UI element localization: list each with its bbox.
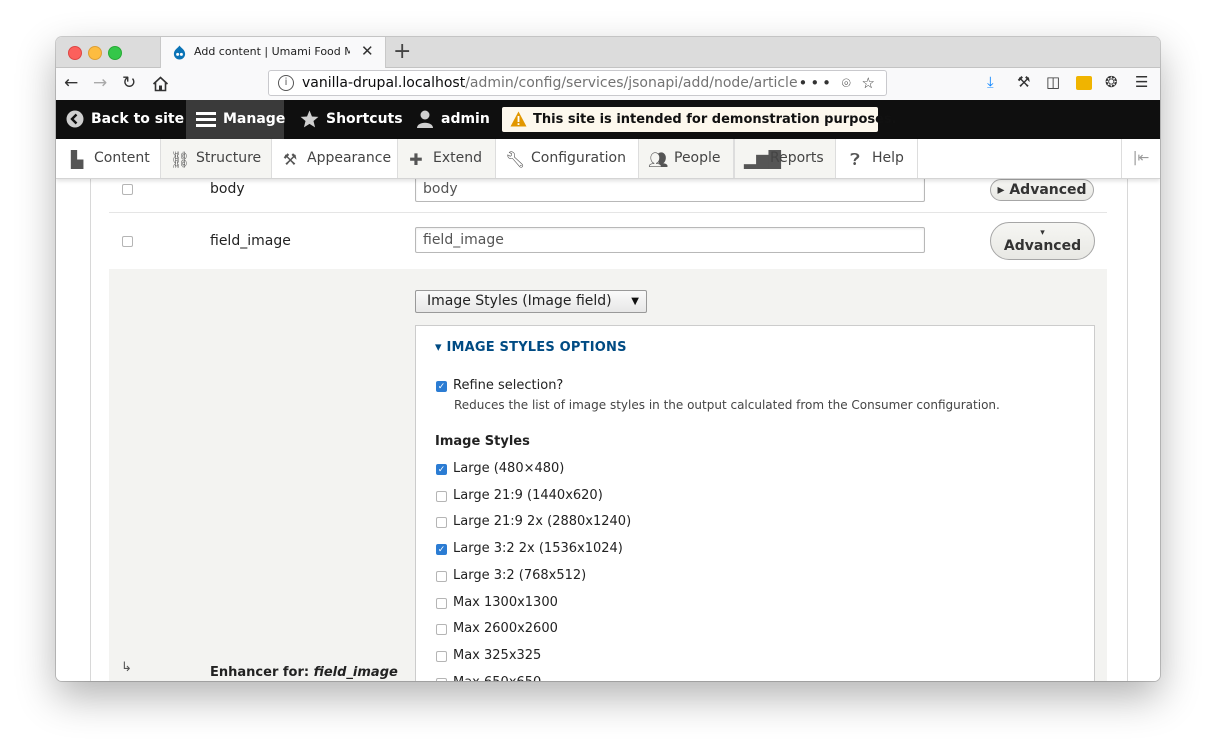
page-content: body body ▸ Advanced field_image field_i… [56, 178, 1160, 681]
image-style-checkbox[interactable] [436, 517, 447, 529]
enhancer-select[interactable]: Image Styles (Image field) ▼ [415, 290, 647, 313]
advanced-button-expanded[interactable]: ▾ Advanced [990, 222, 1095, 260]
tray-item-configuration[interactable]: 🔧︎ Configuration [496, 139, 638, 178]
image-style-label[interactable]: Max 325x325 [453, 648, 541, 663]
people-icon: 👥︎ [648, 150, 669, 169]
table-row: field_image field_image ▾ Advanced [109, 212, 1107, 270]
drupal-favicon-icon [173, 45, 186, 60]
image-style-label[interactable]: Max 1300x1300 [453, 595, 558, 610]
advanced-button[interactable]: ▸ Advanced [990, 179, 1094, 201]
wrench-tools-icon[interactable]: ⚒ [1017, 73, 1030, 91]
star-icon [300, 110, 319, 128]
tab-strip: Add content | Umami Food Mag ✕ + [56, 37, 1160, 68]
tray-item-help[interactable]: ❓︎ Help [836, 139, 918, 178]
image-style-checkbox[interactable] [436, 490, 447, 502]
download-icon[interactable]: ⤓ [987, 73, 994, 91]
menu-icon[interactable]: ☰ [1135, 73, 1148, 91]
image-style-checkbox[interactable] [436, 570, 447, 582]
image-styles-options-details: ▾ IMAGE STYLES OPTIONS ✓ Refine selectio… [415, 325, 1095, 681]
field-alias-input[interactable]: body [415, 178, 925, 202]
nested-arrow-icon: ↳ [121, 660, 132, 675]
wrench-icon: 🔧︎ [505, 150, 526, 169]
field-disable-checkbox[interactable] [122, 184, 133, 195]
tray-item-reports[interactable]: ▂▆█Reports [734, 139, 836, 178]
back-circle-icon [66, 110, 84, 128]
browser-tab[interactable]: Add content | Umami Food Mag ✕ [160, 37, 386, 68]
image-styles-heading: Image Styles [435, 434, 530, 449]
admin-toolbar: Back to site Manage Shortcuts admin This… [56, 100, 1160, 139]
image-style-checkbox[interactable]: ✓ [436, 464, 447, 475]
field-name: body [210, 181, 245, 197]
tray-item-people[interactable]: 👥︎ People [638, 139, 734, 178]
document-icon: ▙ [70, 150, 84, 169]
shortcuts-tab[interactable]: Shortcuts [300, 100, 403, 139]
navigation-bar: ← → ↻ i vanilla-drupal.localhost/admin/c… [56, 68, 1160, 101]
field-alias-input[interactable]: field_image [415, 227, 925, 253]
tray-item-content[interactable]: ▙ Content [56, 139, 160, 178]
url-text: vanilla-drupal.localhost/admin/config/se… [302, 75, 798, 91]
image-style-checkbox[interactable] [436, 624, 447, 636]
refine-selection-description: Reduces the list of image styles in the … [454, 398, 1000, 412]
user-tab[interactable]: admin [416, 100, 490, 139]
table-row: body body ▸ Advanced [109, 178, 1107, 213]
browser-window: Add content | Umami Food Mag ✕ + ← → ↻ i… [56, 37, 1160, 681]
sitemap-icon: ⛓ [170, 150, 191, 169]
puzzle-icon: ✚ [409, 150, 423, 169]
paintbrush-icon: ⚒ [282, 150, 298, 169]
image-styles-options-summary[interactable]: ▾ IMAGE STYLES OPTIONS [435, 340, 627, 355]
zoom-window-button[interactable] [108, 46, 122, 60]
image-style-label[interactable]: Large (480×480) [453, 461, 564, 476]
image-style-checkbox[interactable] [436, 597, 447, 609]
field-name: field_image [210, 233, 291, 249]
enhancer-section: Image Styles (Image field) ▼ ▾ IMAGE STY… [109, 269, 1107, 681]
image-style-checkbox[interactable] [436, 650, 447, 662]
tray-item-extend[interactable]: ✚ Extend [397, 139, 496, 178]
image-style-label[interactable]: Large 21:9 (1440x620) [453, 488, 603, 503]
tray-item-structure[interactable]: ⛓ Structure [160, 139, 272, 178]
sidebar-icon[interactable]: ◫ [1046, 73, 1060, 91]
demo-notice: This site is intended for demonstration … [502, 107, 897, 132]
hamburger-icon [196, 112, 216, 127]
image-style-label[interactable]: Max 2600x2600 [453, 621, 558, 636]
image-style-label[interactable]: Large 3:2 2x (1536x1024) [453, 541, 623, 556]
new-tab-button[interactable]: + [393, 38, 411, 66]
manage-tray: ▙ Content ⛓ Structure ⚒ Appearance ✚ Extend … [56, 139, 1160, 179]
image-style-checkbox[interactable] [436, 677, 447, 681]
page-actions-icon[interactable]: ••• ⌾ ☆ [798, 74, 878, 92]
user-icon [417, 110, 433, 128]
minimize-window-button[interactable] [88, 46, 102, 60]
enhancer-label: Enhancer for: field_image [210, 665, 398, 680]
image-style-label[interactable]: Large 21:9 2x (2880x1240) [453, 514, 631, 529]
refine-selection-checkbox[interactable]: ✓ [436, 381, 447, 392]
forward-arrow-icon[interactable]: → [93, 72, 107, 94]
question-icon: ❓︎ [850, 150, 860, 169]
dropdown-caret-icon: ▼ [631, 296, 639, 307]
url-bar[interactable]: i vanilla-drupal.localhost/admin/config/… [268, 70, 887, 96]
chevron-down-icon: ▾ [1040, 228, 1045, 238]
tab-title: Add content | Umami Food Mag [194, 45, 350, 58]
refine-selection-label[interactable]: Refine selection? [453, 378, 563, 393]
extension-icon[interactable] [1076, 76, 1092, 90]
warning-icon [510, 111, 527, 127]
back-arrow-icon[interactable]: ← [64, 72, 78, 94]
image-style-label[interactable]: Max 650x650 [453, 675, 541, 681]
manage-tab[interactable]: Manage [186, 100, 285, 139]
field-disable-checkbox[interactable] [122, 236, 133, 247]
tray-orientation-toggle-icon[interactable]: |⇤ [1121, 139, 1160, 178]
tab-close-icon[interactable]: ✕ [361, 42, 374, 60]
back-to-site-link[interactable]: Back to site [56, 100, 184, 139]
tray-item-appearance[interactable]: ⚒ Appearance [272, 139, 397, 178]
close-window-button[interactable] [68, 46, 82, 60]
reload-icon[interactable]: ↻ [122, 72, 136, 94]
site-info-icon[interactable]: i [278, 75, 294, 91]
home-icon[interactable] [152, 76, 169, 92]
cookie-icon[interactable]: ❂ [1105, 73, 1118, 91]
image-style-label[interactable]: Large 3:2 (768x512) [453, 568, 586, 583]
image-style-checkbox[interactable]: ✓ [436, 544, 447, 556]
bar-chart-icon: ▂▆█ [744, 150, 781, 169]
